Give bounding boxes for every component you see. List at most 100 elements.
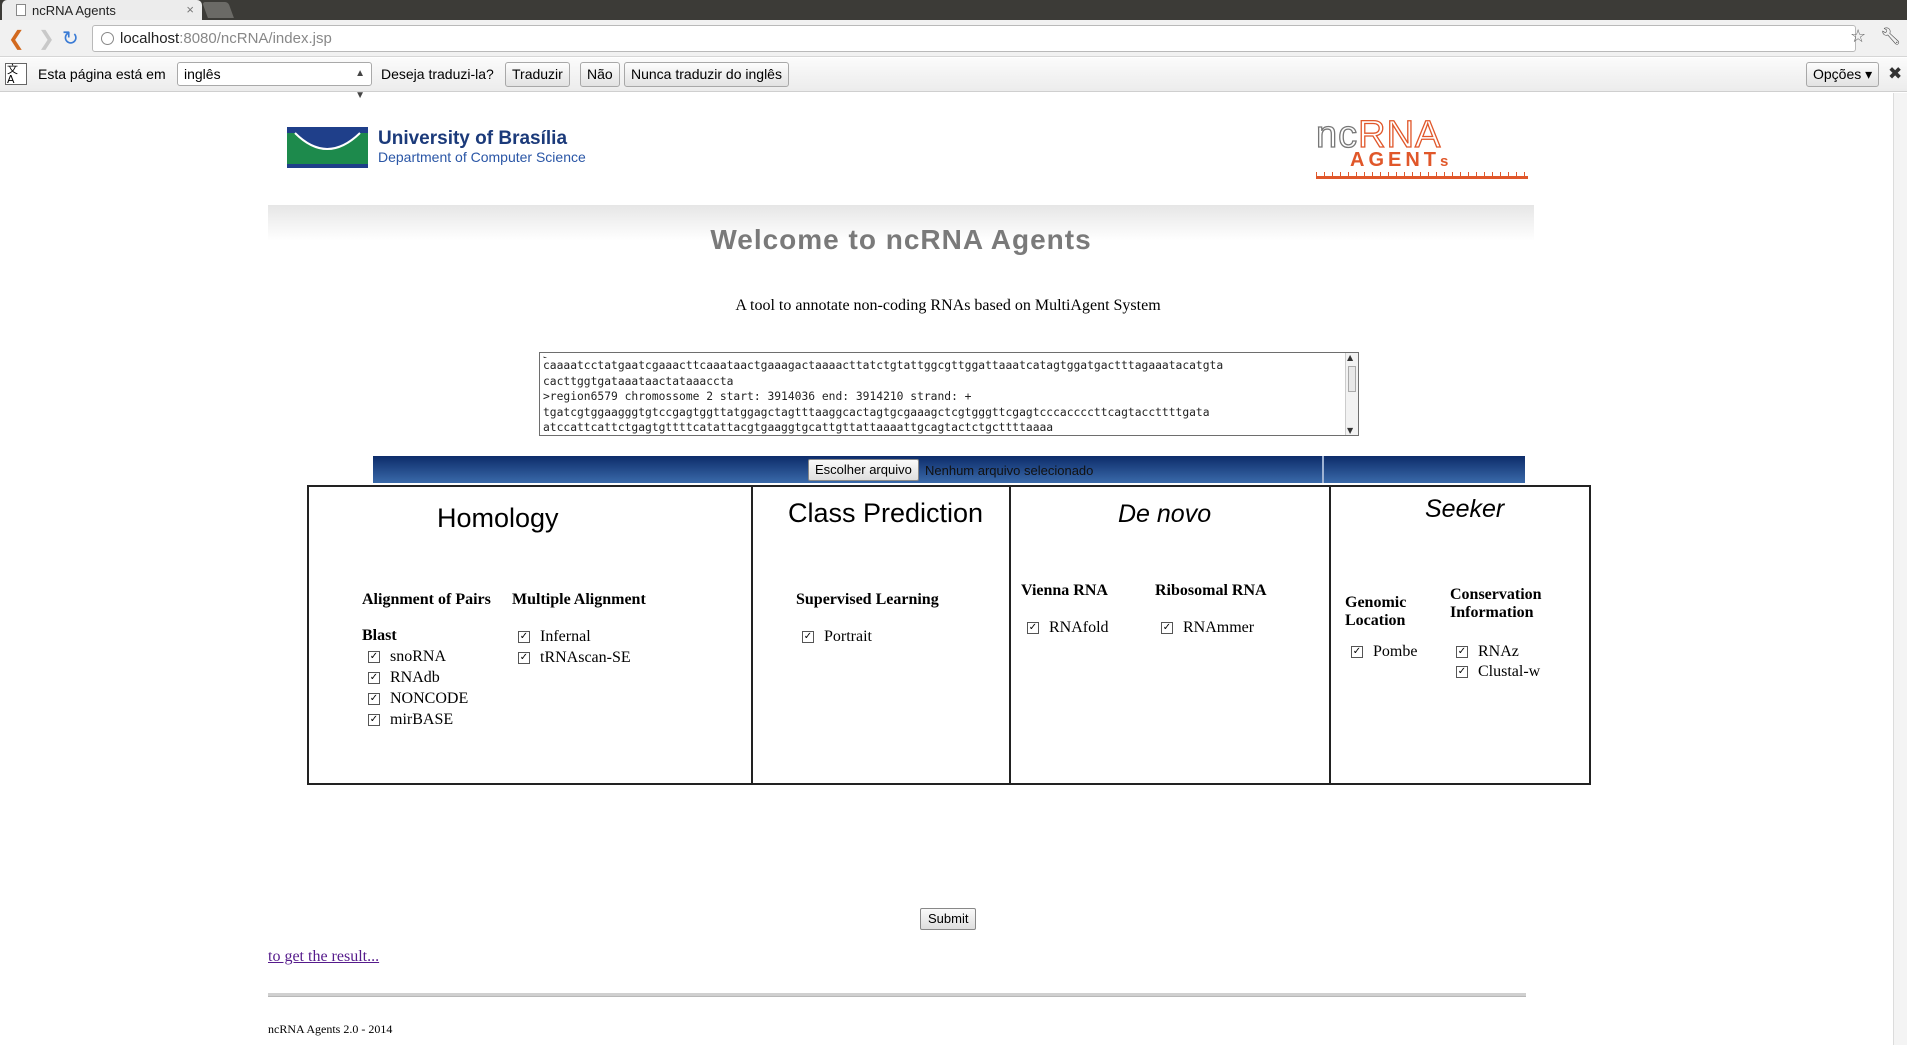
check-icon[interactable]: ✓ (518, 631, 530, 643)
heading-line: Conservation (1450, 586, 1542, 603)
tab-close-icon[interactable]: × (186, 2, 194, 17)
checkbox-label: Infernal (540, 628, 591, 645)
checkbox-label: Portrait (824, 628, 872, 645)
scroll-thumb[interactable] (1348, 366, 1356, 392)
department-name: Department of Computer Science (378, 149, 586, 165)
alignment-pairs-heading: Alignment of Pairs (362, 591, 491, 608)
translate-icon: 文A (5, 63, 27, 85)
checkbox-rnafold[interactable]: ✓ RNAfold (1027, 619, 1109, 637)
sequence-line: caaaatcctatgaatcgaaacttcaaataactgaaagact… (543, 359, 1224, 372)
url-path: :8080/ncRNA/index.jsp (179, 30, 332, 47)
conservation-information-heading: Conservation Information (1450, 586, 1542, 622)
ncrna-agents-logo: ncRNA AGENTs (1315, 115, 1528, 183)
sequence-line: cacttggtgataaataactataaaccta (543, 374, 734, 388)
scroll-up-icon[interactable]: ▲ (1347, 353, 1353, 362)
check-icon[interactable]: ✓ (368, 693, 380, 705)
genomic-location-heading: Genomic Location (1345, 594, 1406, 630)
vienna-rna-heading: Vienna RNA (1021, 582, 1108, 599)
checkbox-label: RNAfold (1049, 619, 1109, 636)
checkbox-label: RNAmmer (1183, 619, 1255, 636)
checkbox-rnaz[interactable]: ✓ RNAz (1456, 643, 1519, 661)
reload-icon[interactable]: ↻ (62, 28, 79, 48)
blast-heading: Blast (362, 627, 397, 644)
checkbox-label: NONCODE (390, 690, 469, 707)
new-tab-button[interactable] (202, 2, 234, 18)
logo-ruler (1316, 176, 1528, 179)
checkbox-clustalw[interactable]: ✓ Clustal-w (1456, 663, 1540, 681)
multiple-alignment-heading: Multiple Alignment (512, 591, 646, 608)
checkbox-rnammer[interactable]: ✓ RNAmmer (1161, 619, 1254, 637)
checkbox-label: mirBASE (390, 711, 454, 728)
scroll-down-icon[interactable]: ▼ (1347, 426, 1353, 435)
textarea-scrollbar[interactable]: ▲ ▼ (1345, 353, 1358, 435)
wrench-icon[interactable]: 🔧︎ (1880, 27, 1902, 47)
translate-question: Deseja traduzi-la? (381, 66, 494, 82)
column-divider (751, 487, 753, 783)
checkbox-label: Clustal-w (1478, 663, 1541, 680)
submit-button[interactable]: Submit (920, 908, 977, 930)
back-arrow-icon[interactable]: ❮ (8, 28, 25, 48)
seeker-title: Seeker (1425, 495, 1505, 523)
de-novo-title: De novo (1118, 500, 1212, 528)
footer-divider (268, 993, 1526, 997)
check-icon[interactable]: ✓ (1456, 646, 1468, 658)
checkbox-portrait[interactable]: ✓ Portrait (802, 628, 872, 646)
homology-title: Homology (437, 503, 559, 533)
sequence-line: >region6579 chromossome 2 start: 3914036… (543, 390, 972, 404)
ribosomal-rna-heading: Ribosomal RNA (1155, 582, 1267, 599)
sequence-line: atccattcattctgagtgttttcatattacgtgaaggtgc… (543, 421, 1054, 435)
page-language-label: Esta página está em (38, 66, 166, 82)
page-scrollbar[interactable] (1893, 93, 1907, 1045)
column-divider (1009, 487, 1011, 783)
page-icon (16, 4, 26, 16)
check-icon[interactable]: ✓ (1161, 622, 1173, 634)
check-icon[interactable]: ✓ (518, 652, 530, 664)
file-bar-divider (1322, 456, 1324, 483)
checkbox-label: tRNAscan-SE (540, 649, 631, 666)
check-icon[interactable]: ✓ (802, 631, 814, 643)
checkbox-rnadb[interactable]: ✓ RNAdb (368, 669, 440, 687)
checkbox-label: RNAz (1478, 643, 1519, 660)
checkbox-label: RNAdb (390, 669, 440, 686)
check-icon[interactable]: ✓ (368, 672, 380, 684)
university-name: University of Brasília (378, 128, 568, 149)
close-infobar-icon[interactable]: ✖ (1888, 64, 1902, 84)
file-status: Nenhum arquivo selecionado (925, 463, 1094, 478)
heading-line: Genomic (1345, 594, 1407, 611)
bookmark-star-icon[interactable]: ☆ (1850, 26, 1866, 47)
language-select-value: inglês (184, 66, 221, 82)
checkbox-infernal[interactable]: ✓ Infernal (518, 628, 591, 646)
never-translate-button[interactable]: Nunca traduzir do inglês (624, 62, 789, 87)
check-icon[interactable]: ✓ (1351, 646, 1363, 658)
supervised-learning-heading: Supervised Learning (796, 591, 939, 608)
address-bar[interactable]: localhost:8080/ncRNA/index.jsp (92, 25, 1856, 52)
logo-agents-text: AGENT (1350, 149, 1440, 171)
checkbox-pombe[interactable]: ✓ Pombe (1351, 643, 1417, 661)
page-subtitle: A tool to annotate non-coding RNAs based… (735, 297, 1161, 314)
result-link[interactable]: to get the result... (268, 948, 379, 966)
language-select[interactable]: inglês ▲ ▼ (177, 62, 372, 101)
unb-logo (287, 127, 368, 168)
class-prediction-title: Class Prediction (788, 498, 984, 528)
choose-file-button[interactable]: Escolher arquivo (808, 459, 919, 481)
checkbox-noncode[interactable]: ✓ NONCODE (368, 690, 468, 708)
browser-tab[interactable]: ncRNA Agents × (2, 0, 202, 20)
no-translate-button[interactable]: Não (580, 62, 620, 87)
forward-arrow-icon[interactable]: ❯ (38, 28, 55, 48)
check-icon[interactable]: ✓ (1456, 666, 1468, 678)
options-button[interactable]: Opções ▾ (1806, 62, 1880, 87)
heading-line: Information (1450, 604, 1534, 621)
column-divider (1329, 487, 1331, 783)
check-icon[interactable]: ✓ (368, 651, 380, 663)
tab-strip (0, 0, 1907, 20)
select-arrows-icon: ▲ ▼ (355, 68, 365, 101)
checkbox-mirbase[interactable]: ✓ mirBASE (368, 711, 453, 729)
check-icon[interactable]: ✓ (368, 714, 380, 726)
check-icon[interactable]: ✓ (1027, 622, 1039, 634)
checkbox-label: snoRNA (390, 648, 447, 665)
sequence-textarea[interactable]: >caaaatcctatgaatcgaaacttcaaataactgaaagac… (539, 352, 1359, 436)
translate-button[interactable]: Traduzir (505, 62, 570, 87)
checkbox-trnascan[interactable]: ✓ tRNAscan-SE (518, 649, 631, 667)
checkbox-snorna[interactable]: ✓ snoRNA (368, 648, 446, 666)
welcome-title: Welcome to ncRNA Agents (710, 224, 1092, 255)
